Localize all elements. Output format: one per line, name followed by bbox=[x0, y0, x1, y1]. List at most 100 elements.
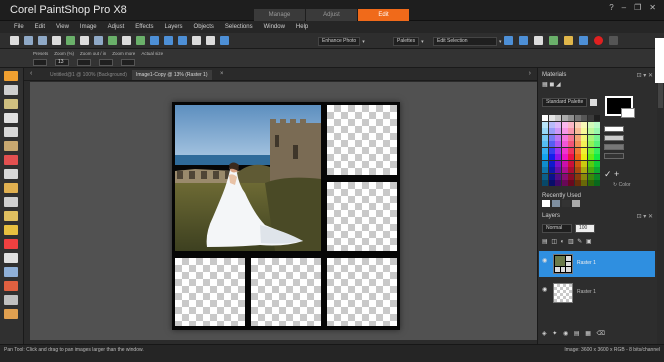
palette-swatch[interactable] bbox=[581, 147, 587, 154]
palette-swatch[interactable] bbox=[548, 134, 555, 141]
visibility-icon[interactable]: ◉ bbox=[542, 257, 547, 264]
palette-swatch[interactable] bbox=[581, 115, 587, 121]
zoom-out-in-buttons[interactable] bbox=[77, 59, 91, 66]
background-color-swatch[interactable] bbox=[621, 108, 635, 118]
layers-bottom-icons[interactable]: ◈ ✦ ◉ ▤ ▦ ⌫ bbox=[542, 330, 607, 337]
palette-swatch[interactable] bbox=[581, 134, 587, 141]
makeover-tool-icon[interactable] bbox=[4, 141, 18, 151]
overview-icon[interactable] bbox=[192, 36, 201, 45]
materials-panel-buttons[interactable]: ⊡ ▾ ✕ bbox=[637, 72, 653, 79]
palette-swatch[interactable] bbox=[561, 167, 568, 173]
eraser-tool-icon[interactable] bbox=[4, 197, 18, 207]
palette-swatch[interactable] bbox=[587, 167, 594, 173]
palette-swatch[interactable] bbox=[574, 160, 581, 167]
art-media-icon[interactable] bbox=[4, 309, 18, 319]
palette-swatch[interactable] bbox=[568, 173, 574, 180]
palette-swatch[interactable] bbox=[555, 128, 561, 134]
palette-swatch[interactable] bbox=[555, 141, 561, 147]
edit-script-icon[interactable] bbox=[534, 36, 543, 45]
menu-view[interactable]: View bbox=[56, 24, 69, 30]
recent-color-swatch[interactable] bbox=[542, 200, 550, 207]
palette-swatch[interactable] bbox=[555, 160, 561, 167]
play-script-icon[interactable] bbox=[504, 36, 513, 45]
palette-swatch[interactable] bbox=[555, 180, 561, 186]
close-tab-icon[interactable]: × bbox=[220, 71, 224, 77]
script-icon[interactable] bbox=[220, 36, 229, 45]
materials-icon[interactable] bbox=[164, 36, 173, 45]
menu-help[interactable]: Help bbox=[296, 24, 308, 30]
palette-swatch[interactable] bbox=[542, 180, 548, 186]
history-icon[interactable] bbox=[136, 36, 145, 45]
palette-swatch[interactable] bbox=[587, 128, 594, 134]
palette-swatch[interactable] bbox=[574, 134, 581, 141]
close-icon[interactable]: ✕ bbox=[649, 3, 656, 12]
dodge-tool-icon[interactable] bbox=[4, 211, 18, 221]
tab-adjust[interactable]: Adjust bbox=[306, 9, 357, 21]
menu-adjust[interactable]: Adjust bbox=[108, 24, 125, 30]
palette-swatch[interactable] bbox=[555, 167, 561, 173]
palette-swatch[interactable] bbox=[561, 173, 568, 180]
opacity-field[interactable]: 100 bbox=[575, 224, 595, 233]
selection-tool-icon[interactable] bbox=[4, 99, 18, 109]
palette-swatch[interactable] bbox=[587, 134, 594, 141]
palette-swatch[interactable] bbox=[581, 141, 587, 147]
palette-swatch[interactable] bbox=[574, 173, 581, 180]
palette-swatch[interactable] bbox=[594, 167, 600, 173]
zoom-field[interactable]: 13 bbox=[55, 59, 69, 66]
menu-image[interactable]: Image bbox=[80, 24, 97, 30]
palette-swatch[interactable] bbox=[587, 147, 594, 154]
palette-swatch[interactable] bbox=[548, 147, 555, 154]
resize-icon[interactable] bbox=[122, 36, 131, 45]
palette-swatch[interactable] bbox=[555, 134, 561, 141]
clone-brush-icon[interactable] bbox=[4, 169, 18, 179]
gray-swatch[interactable] bbox=[604, 135, 624, 141]
palette-swatch[interactable] bbox=[581, 154, 587, 160]
palette-swatch[interactable] bbox=[542, 121, 548, 128]
palette-swatch[interactable] bbox=[568, 121, 574, 128]
black-swatch[interactable] bbox=[604, 153, 624, 159]
palette-swatch[interactable] bbox=[594, 147, 600, 154]
palette-swatch[interactable] bbox=[548, 141, 555, 147]
palette-swatch[interactable] bbox=[561, 121, 568, 128]
palette-swatch[interactable] bbox=[542, 134, 548, 141]
palette-swatch[interactable] bbox=[594, 121, 600, 128]
rotate-icon[interactable] bbox=[108, 36, 117, 45]
palette-swatch[interactable] bbox=[561, 134, 568, 141]
palette-swatch[interactable] bbox=[555, 173, 561, 180]
white-swatch[interactable] bbox=[604, 126, 624, 132]
palette-swatch[interactable] bbox=[561, 180, 568, 186]
palette-swatch[interactable] bbox=[587, 180, 594, 186]
palette-swatch[interactable] bbox=[542, 128, 548, 134]
save-script-icon[interactable] bbox=[579, 36, 588, 45]
scroll-tabs-left-icon[interactable]: ‹ bbox=[30, 70, 32, 77]
text-tool-icon[interactable] bbox=[4, 253, 18, 263]
palette-swatch[interactable] bbox=[561, 160, 568, 167]
tab-edit[interactable]: Edit bbox=[358, 9, 409, 21]
help-icon[interactable]: ? bbox=[609, 3, 613, 12]
dark-gray-swatch[interactable] bbox=[604, 144, 624, 150]
palette-swatch[interactable] bbox=[555, 115, 561, 121]
palette-swatch[interactable] bbox=[542, 160, 548, 167]
restore-icon[interactable]: ❐ bbox=[634, 3, 641, 12]
crop-tool-icon[interactable] bbox=[4, 127, 18, 137]
palette-swatch[interactable] bbox=[574, 128, 581, 134]
palette-swatch[interactable] bbox=[574, 115, 581, 121]
pick-tool-icon[interactable] bbox=[4, 85, 18, 95]
straighten-tool-icon[interactable] bbox=[4, 113, 18, 123]
palettes-dropdown[interactable]: Palettes bbox=[393, 37, 420, 46]
menu-edit[interactable]: Edit bbox=[35, 24, 45, 30]
scroll-tabs-right-icon[interactable]: › bbox=[529, 70, 531, 77]
tab-manage[interactable]: Manage bbox=[254, 9, 305, 21]
palette-swatch[interactable] bbox=[587, 115, 594, 121]
palette-swatch[interactable] bbox=[555, 121, 561, 128]
palette-swatch[interactable] bbox=[594, 160, 600, 167]
palette-swatch[interactable] bbox=[542, 154, 548, 160]
new-icon[interactable] bbox=[10, 36, 19, 45]
visibility-icon[interactable]: ◉ bbox=[542, 286, 547, 293]
palette-swatch[interactable] bbox=[568, 160, 574, 167]
palette-swatch[interactable] bbox=[561, 141, 568, 147]
menu-effects[interactable]: Effects bbox=[135, 24, 153, 30]
palette-swatch[interactable] bbox=[587, 160, 594, 167]
palette-swatch[interactable] bbox=[574, 167, 581, 173]
pen-tool-icon[interactable] bbox=[4, 281, 18, 291]
